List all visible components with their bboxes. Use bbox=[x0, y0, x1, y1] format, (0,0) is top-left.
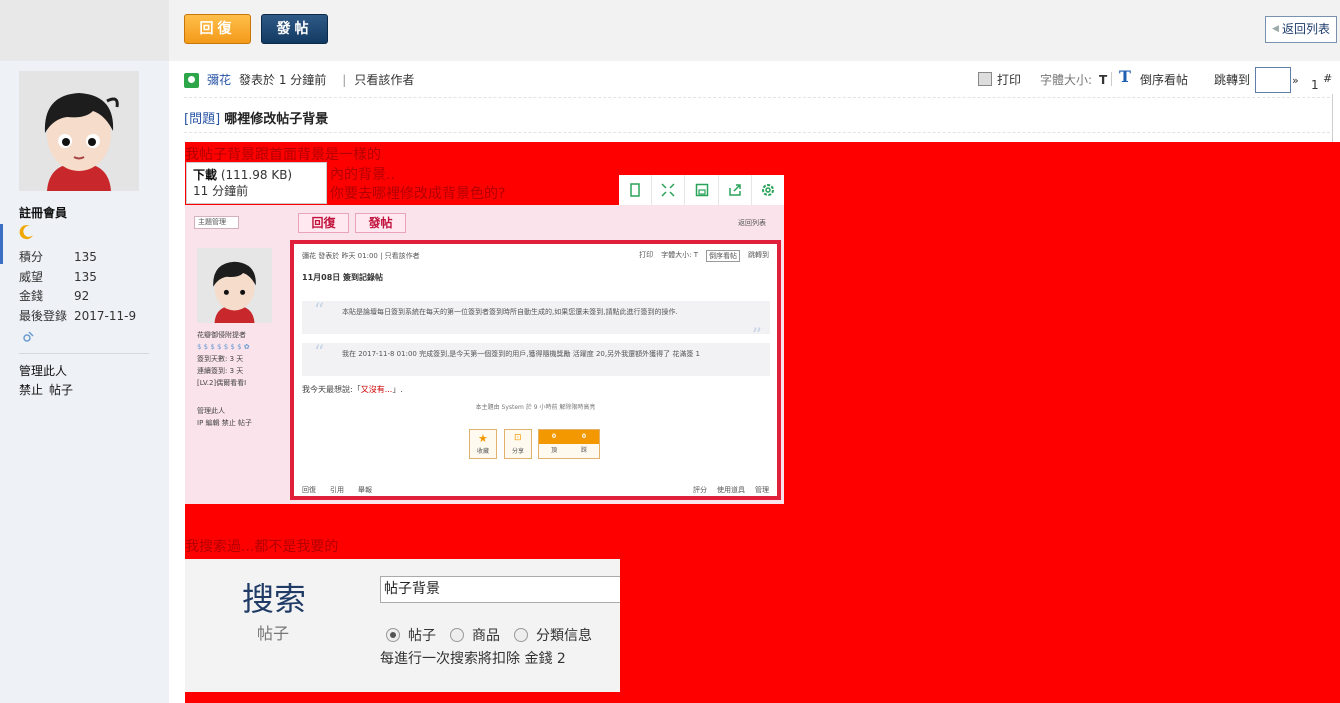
top-toolbar bbox=[169, 0, 1340, 61]
jump-go-button[interactable]: » bbox=[1292, 72, 1299, 90]
image-reply-button: 回復 bbox=[298, 213, 349, 233]
quote-icon: ” bbox=[751, 323, 762, 347]
image-quote-block: “ 本貼是論壇每日簽到系統在每天的第一位簽到者簽到時所自動生成的,如果您還未簽到… bbox=[302, 298, 770, 345]
back-to-list-button[interactable]: ◀ 返回列表 bbox=[1265, 16, 1337, 43]
print-link[interactable]: 打印 bbox=[997, 71, 1021, 89]
share-icon: ⊡ bbox=[514, 433, 522, 443]
radio-label: 帖子 bbox=[408, 628, 436, 644]
stat-row: 威望 135 bbox=[19, 269, 97, 284]
divider bbox=[184, 132, 1330, 133]
floor-hash-link[interactable]: # bbox=[1323, 70, 1332, 88]
separator bbox=[1111, 72, 1112, 86]
original-image-icon[interactable] bbox=[619, 175, 653, 205]
radio-label: 分類信息 bbox=[536, 628, 592, 644]
search-cost-note: 每進行一次搜索將扣除 金錢 2 bbox=[380, 651, 566, 667]
reverse-order-icon[interactable]: T bbox=[1119, 68, 1131, 86]
moon-icon bbox=[19, 224, 35, 240]
post-author-line: 彌花 發表於 1 分鐘前 | 只看該作者 bbox=[184, 71, 414, 89]
fullscreen-icon[interactable] bbox=[652, 175, 686, 205]
posts-link[interactable]: 帖子 bbox=[49, 383, 73, 397]
font-size-label: 字體大小: bbox=[1040, 73, 1093, 87]
gear-icon[interactable] bbox=[752, 175, 784, 205]
image-vote-box: 00 頂踩 bbox=[538, 429, 600, 459]
ban-link[interactable]: 禁止 bbox=[19, 383, 43, 397]
quote-icon: “ bbox=[314, 340, 325, 364]
thread-manage-select: 主題管理 bbox=[194, 216, 239, 229]
separator: | bbox=[342, 73, 347, 87]
stat-row: 最後登錄 2017-11-9 bbox=[19, 308, 137, 323]
post-text-line: 內的背景.. bbox=[330, 167, 395, 183]
only-author-link[interactable]: 只看該作者 bbox=[354, 71, 414, 89]
image-post-header: 彌花 發表於 昨天 01:00 | 只看該作者 打印 字體大小: T 倒序看帖 … bbox=[302, 250, 769, 262]
reply-button[interactable]: 回復 bbox=[184, 14, 251, 44]
attached-screenshot-image[interactable]: 主題管理 回復 發帖 返回列表 花瓣御侵附提者 $ $ $ $ $ $ $ ✿ … bbox=[185, 205, 784, 504]
divider bbox=[184, 97, 1330, 98]
attachment-download-tooltip[interactable]: 下載 (111.98 KB) 11 分鐘前 bbox=[186, 162, 327, 204]
image-back-link: 返回列表 bbox=[738, 219, 766, 227]
new-post-button[interactable]: 發帖 bbox=[261, 14, 328, 44]
image-favorite-button: ★ 收藏 bbox=[469, 429, 497, 459]
user-group: 註冊會員 bbox=[19, 206, 68, 220]
image-note: 本主題由 System 於 9 小時前 解除限時高亮 bbox=[475, 404, 596, 411]
search-subheading: 帖子 bbox=[257, 624, 290, 643]
chevron-left-icon: ◀ bbox=[1272, 24, 1279, 34]
image-post-footer: 回復 引用 舉報 評分 使用道具 管理 bbox=[302, 486, 769, 494]
post-time: 發表於 1 分鐘前 bbox=[239, 73, 327, 87]
image-avatar bbox=[197, 248, 272, 323]
star-icon: ★ bbox=[478, 432, 488, 445]
divider bbox=[1332, 94, 1333, 142]
image-user-info: 花瓣御侵附提者 $ $ $ $ $ $ $ ✿ 簽到天數: 3 天 連續簽到: … bbox=[197, 329, 287, 429]
floor-number: 1 bbox=[1311, 78, 1319, 92]
save-icon[interactable] bbox=[685, 175, 719, 205]
radio-classifieds[interactable] bbox=[514, 628, 528, 642]
download-link[interactable]: 下載 bbox=[193, 168, 217, 182]
ban-links: 禁止 帖子 bbox=[19, 381, 79, 398]
image-quote-block: “ 我在 2017-11-8 01:00 完成簽到,是今天第一個簽到的用戶,獲得… bbox=[302, 340, 770, 376]
attachment-size: (111.98 KB) bbox=[220, 168, 293, 182]
user-stats: 積分 135 威望 135 金錢 92 最後登錄 2017-11-9 bbox=[19, 248, 149, 326]
post-text-line: 我搜索過...都不是我要的 bbox=[185, 539, 339, 555]
sidebar-accent-bar bbox=[0, 224, 3, 264]
medal-icons: $ $ $ $ $ $ $ ✿ bbox=[197, 343, 250, 351]
printer-icon[interactable] bbox=[978, 72, 992, 86]
sidebar-top-strip bbox=[0, 0, 169, 61]
share-icon[interactable] bbox=[719, 175, 752, 205]
search-type-radios: 帖子 商品 分類信息 bbox=[386, 625, 606, 645]
reverse-order-link[interactable]: 倒序看帖 bbox=[1140, 71, 1188, 89]
image-post-panel: 彌花 發表於 昨天 01:00 | 只看該作者 打印 字體大小: T 倒序看帖 … bbox=[290, 240, 781, 500]
stat-row: 金錢 92 bbox=[19, 289, 90, 303]
jump-to-label: 跳轉到 bbox=[1214, 73, 1251, 87]
avatar[interactable] bbox=[19, 71, 139, 191]
radar-icon[interactable] bbox=[22, 331, 34, 346]
post-text-line: 你要去哪裡修改成背景色的? bbox=[330, 186, 506, 202]
sidebar-divider bbox=[19, 353, 149, 354]
search-panel-image: 搜索 帖子 帖子背景 帖子 商品 分類信息 每進行一次搜索將扣除 金錢 2 bbox=[185, 559, 620, 692]
image-post-title: 11月08日 簽到記錄帖 bbox=[302, 273, 384, 282]
attachment-time: 11 分鐘前 bbox=[193, 184, 249, 198]
quote-icon: “ bbox=[314, 298, 325, 322]
search-heading: 搜索 bbox=[242, 580, 307, 618]
stat-row: 積分 135 bbox=[19, 250, 97, 264]
thread-title-text: 哪裡修改帖子背景 bbox=[224, 112, 329, 127]
font-size-toggle[interactable]: T bbox=[1099, 71, 1107, 89]
image-post-button: 發帖 bbox=[355, 213, 406, 233]
radio-label: 商品 bbox=[472, 628, 500, 644]
image-share-button: ⊡ 分享 bbox=[504, 429, 532, 459]
thread-title: [問題] 哪裡修改帖子背景 bbox=[184, 108, 328, 127]
author-name-link[interactable]: 彌花 bbox=[207, 71, 231, 89]
online-status-icon bbox=[184, 72, 199, 88]
radio-posts[interactable] bbox=[386, 628, 400, 642]
manage-user-link[interactable]: 管理此人 bbox=[19, 362, 67, 379]
thread-category-link[interactable]: [問題] bbox=[184, 112, 220, 127]
jump-to-floor-input[interactable] bbox=[1255, 67, 1291, 93]
search-input[interactable]: 帖子背景 bbox=[380, 576, 620, 603]
image-signature: 我今天最想說:「又沒有...」. bbox=[302, 385, 403, 394]
image-toolbar bbox=[619, 175, 784, 205]
radio-goods[interactable] bbox=[450, 628, 464, 642]
